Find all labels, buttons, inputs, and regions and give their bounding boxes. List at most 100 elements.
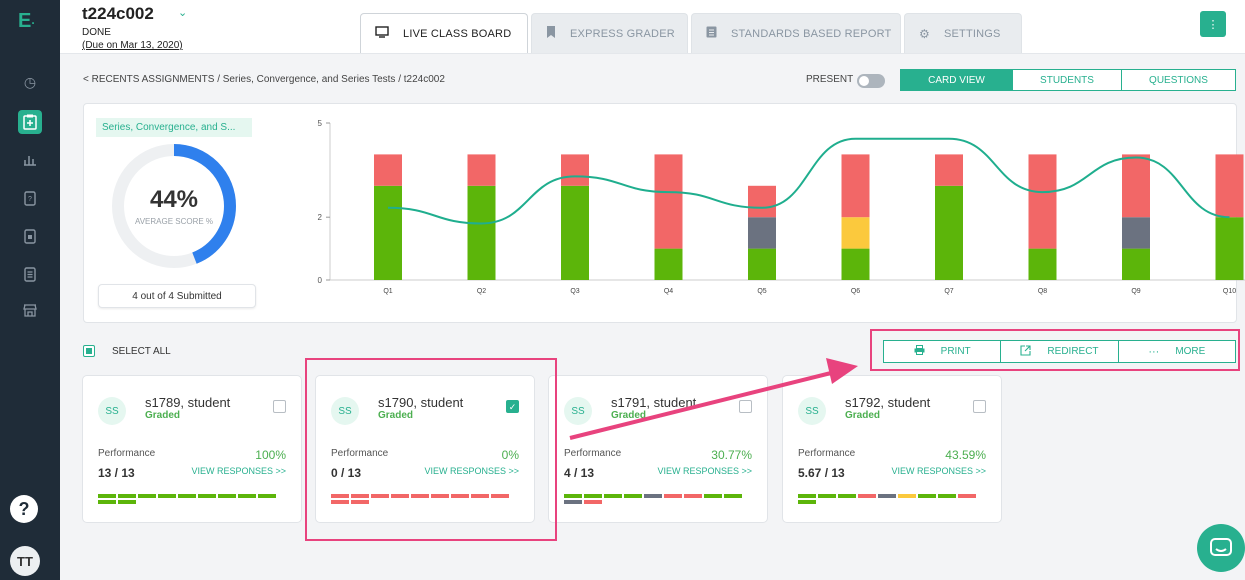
bar-segment [654,248,683,280]
top-bar: t224c002 ⌄ DONE (Due on Mar 13, 2020) LI… [60,0,1245,54]
store-icon[interactable] [18,298,42,322]
student-name: s1789, student [145,395,231,410]
view-responses-link[interactable]: VIEW RESPONSES >> [891,466,986,476]
bar-segment [841,154,870,218]
sidebar: E· ◷ ? ? TT [0,0,60,580]
question-progress-segment [684,494,702,498]
bar-segment [748,248,776,280]
questions-view-button[interactable]: QUESTIONS [1121,69,1236,91]
question-progress-segment [878,494,896,498]
students-view-button[interactable]: STUDENTS [1012,69,1122,91]
reports-icon[interactable] [18,148,42,172]
chevron-down-icon[interactable]: ⌄ [178,6,187,19]
question-progress-segment [451,494,469,498]
question-progress-bars [798,494,978,504]
user-avatar[interactable]: TT [10,546,40,576]
tab-express-grader[interactable]: EXPRESS GRADER [531,13,688,53]
bar-segment [748,185,776,218]
performance-score: 13 / 13 [98,466,135,480]
x-tick-label: Q7 [944,288,953,295]
assignment-title[interactable]: t224c002 [82,4,154,24]
clock-icon[interactable]: ◷ [18,70,42,94]
question-progress-segment [371,494,389,498]
present-label: PRESENT [806,74,854,85]
y-axis-label: ATTEMPTS [300,187,302,219]
question-progress-segment [938,494,956,498]
tab-standards-based-report[interactable]: STANDARDS BASED REPORT [691,13,901,53]
question-progress-segment [351,494,369,498]
student-name: s1792, student [845,395,931,410]
question-progress-segment [798,500,816,504]
question-progress-segment [704,494,722,498]
view-responses-link[interactable]: VIEW RESPONSES >> [657,466,752,476]
performance-label: Performance [564,448,622,459]
present-toggle[interactable] [857,74,885,88]
assignments-icon[interactable] [18,110,42,134]
redirect-icon [1020,344,1031,359]
monitor-icon [375,26,389,41]
tab-live-class-board[interactable]: LIVE CLASS BOARD [360,13,528,53]
bar-segment [1215,154,1244,218]
redirect-label: REDIRECT [1047,346,1099,357]
view-responses-link[interactable]: VIEW RESPONSES >> [191,466,286,476]
more-button[interactable]: ··· MORE [1119,341,1235,362]
tab-label: SETTINGS [943,27,1001,40]
student-card[interactable]: SS s1792, student Graded Performance 43.… [782,375,1002,523]
question-progress-segment [431,494,449,498]
kebab-menu-button[interactable]: ⋮ [1200,11,1226,37]
bar-segment [1028,154,1057,249]
student-checkbox[interactable] [739,400,752,413]
question-progress-segment [898,494,916,498]
question-progress-segment [391,494,409,498]
question-progress-segment [198,494,216,498]
performance-score: 0 / 13 [331,466,362,480]
view-responses-link[interactable]: VIEW RESPONSES >> [424,466,519,476]
bar-segment [467,154,496,186]
submitted-count: 4 out of 4 Submitted [98,284,256,308]
question-progress-segment [238,494,256,498]
app-root: E· ◷ ? ? TT t224c002 ⌄ DONE (Due on Mar … [0,0,1245,580]
playlist-icon[interactable] [18,262,42,286]
performance-label: Performance [98,448,156,459]
average-score-value: 44% [149,186,199,213]
printer-icon [914,345,925,358]
item-bank-icon[interactable]: ? [18,186,42,210]
student-card[interactable]: SS s1789, student Graded Performance 100… [82,375,302,523]
card-view-button[interactable]: CARD VIEW [900,69,1013,91]
select-all-checkbox[interactable] [83,345,95,357]
chat-button[interactable] [1197,524,1245,572]
more-icon: ··· [1148,345,1160,358]
bar-segment [841,217,870,249]
tab-settings[interactable]: ⚙ SETTINGS [904,13,1022,53]
question-progress-segment [118,500,136,504]
x-tick-label: Q5 [757,288,766,295]
question-progress-segment [958,494,976,498]
redirect-button[interactable]: REDIRECT [1001,341,1119,362]
help-button[interactable]: ? [10,495,38,523]
question-progress-segment [351,500,369,504]
x-tick-label: Q2 [477,288,486,295]
select-all-label: SELECT ALL [112,346,171,357]
print-button[interactable]: PRINT [884,341,1002,362]
x-tick-label: Q9 [1131,288,1140,295]
tab-label: EXPRESS GRADER [570,27,675,40]
question-progress-segment [411,494,429,498]
question-progress-segment [471,494,489,498]
student-avatar: SS [798,397,826,425]
student-card[interactable]: SS s1791, student Graded Performance 30.… [548,375,768,523]
x-tick-label: Q10 [1223,288,1236,295]
student-status: Graded [611,410,647,421]
bar-segment [1122,217,1150,249]
test-library-icon[interactable] [18,224,42,248]
app-logo[interactable]: E· [18,10,35,33]
student-checkbox[interactable] [273,400,286,413]
x-tick-label: Q6 [851,288,860,295]
breadcrumb[interactable]: < RECENTS ASSIGNMENTS / Series, Converge… [83,74,445,85]
student-name: s1790, student [378,395,464,410]
student-checkbox[interactable]: ✓ [506,400,519,413]
attempts-chart: 5 2 0 ATTEMPTS Q1 Q2 Q3 Q4 Q5 Q6 Q7 Q8 Q9 Q10 [300,119,1245,295]
student-checkbox[interactable] [973,400,986,413]
action-bar: PRINT REDIRECT ··· MORE [883,340,1236,363]
student-card[interactable]: SS s1790, student Graded ✓ Performance 0… [315,375,535,523]
question-progress-segment [584,500,602,504]
